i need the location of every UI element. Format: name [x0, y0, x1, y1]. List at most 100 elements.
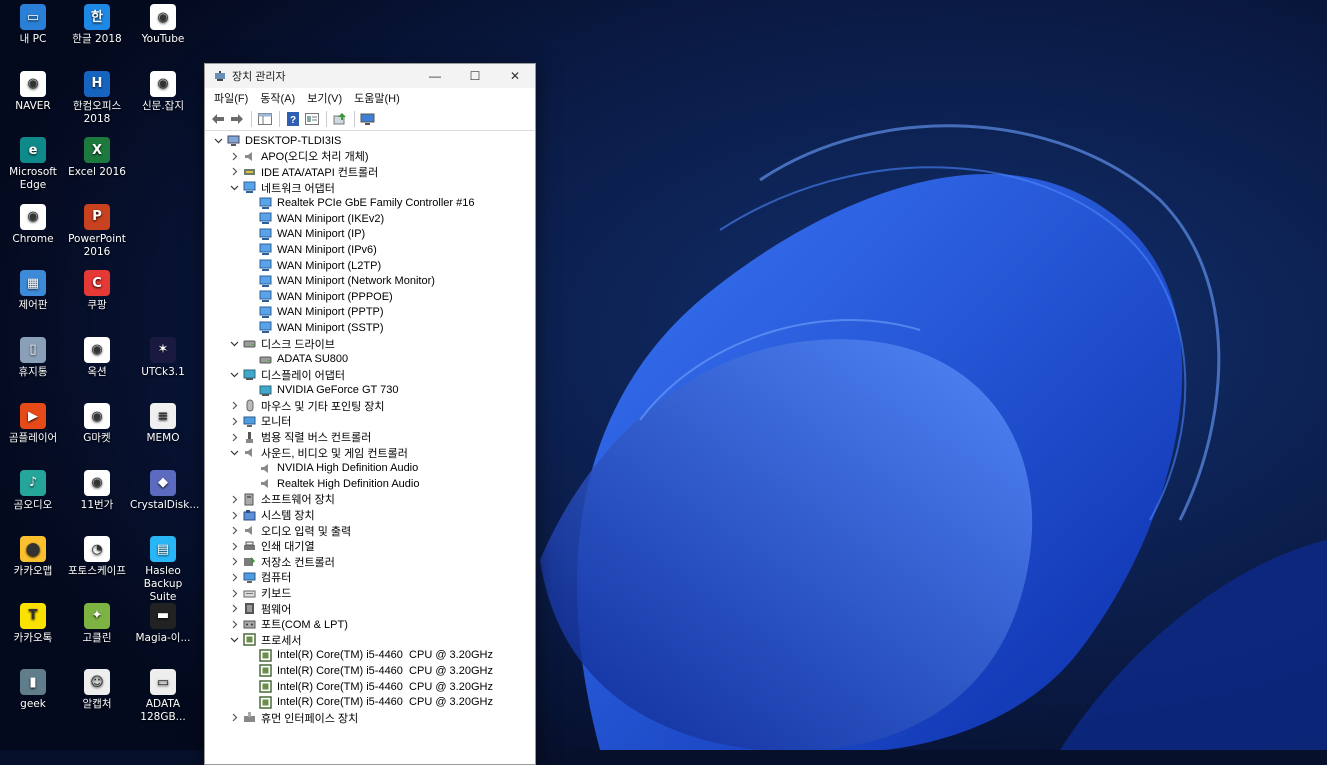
- properties-icon[interactable]: [303, 111, 320, 128]
- desktop-shortcut[interactable]: ◉ Chrome: [0, 203, 66, 246]
- tree-category[interactable]: 마우스 및 기타 포인팅 장치: [205, 398, 535, 414]
- desktop-shortcut[interactable]: ◉ G마켓: [64, 403, 130, 445]
- desktop-shortcut[interactable]: ▭ ADATA 128GB...: [130, 669, 196, 724]
- maximize-button[interactable]: ☐: [455, 64, 495, 88]
- chevron-right-icon[interactable]: [229, 713, 239, 723]
- tree-root[interactable]: DESKTOP-TLDI3IS: [205, 133, 535, 149]
- tree-category[interactable]: 저장소 컨트롤러: [205, 554, 535, 570]
- desktop-shortcut[interactable]: ◉ YouTube: [130, 4, 196, 46]
- tree-category[interactable]: IDE ATA/ATAPI 컨트롤러: [205, 164, 535, 180]
- tree-device[interactable]: WAN Miniport (PPTP): [205, 305, 535, 321]
- chevron-right-icon[interactable]: [229, 416, 239, 426]
- desktop-shortcut[interactable]: ≡ MEMO: [130, 403, 196, 445]
- tree-category[interactable]: 인쇄 대기열: [205, 538, 535, 554]
- tree-device[interactable]: WAN Miniport (L2TP): [205, 258, 535, 274]
- tree-category[interactable]: 디스플레이 어댑터: [205, 367, 535, 383]
- desktop-shortcut[interactable]: 한 한글 2018: [64, 4, 130, 46]
- chevron-down-icon[interactable]: [229, 448, 239, 458]
- tree-category[interactable]: 포트(COM & LPT): [205, 616, 535, 632]
- tree-device[interactable]: ADATA SU800: [205, 351, 535, 367]
- desktop-shortcut[interactable]: ▮ geek: [0, 669, 66, 711]
- tree-device[interactable]: Intel(R) Core(TM) i5-4460 CPU @ 3.20GHz: [205, 679, 535, 695]
- chevron-right-icon[interactable]: [229, 510, 239, 520]
- title-bar[interactable]: 장치 관리자 — ☐ ✕: [205, 64, 535, 88]
- forward-icon[interactable]: [228, 111, 245, 128]
- tree-device[interactable]: Intel(R) Core(TM) i5-4460 CPU @ 3.20GHz: [205, 648, 535, 664]
- tree-device[interactable]: WAN Miniport (IKEv2): [205, 211, 535, 227]
- help-icon[interactable]: ?: [284, 111, 301, 128]
- tree-category[interactable]: 오디오 입력 및 출력: [205, 523, 535, 539]
- chevron-right-icon[interactable]: [229, 619, 239, 629]
- desktop-shortcut[interactable]: e Microsoft Edge: [0, 137, 66, 192]
- desktop-shortcut[interactable]: ▭ 내 PC: [0, 4, 66, 46]
- tree-category[interactable]: 휴먼 인터페이스 장치: [205, 710, 535, 726]
- chevron-down-icon[interactable]: [229, 339, 239, 349]
- desktop-shortcut[interactable]: ▬ Magia-이...: [130, 602, 196, 645]
- menu-view[interactable]: 보기(V): [301, 90, 348, 106]
- desktop-shortcut[interactable]: ◆ CrystalDisk...: [130, 469, 199, 512]
- tree-device[interactable]: WAN Miniport (IPv6): [205, 242, 535, 258]
- chevron-down-icon[interactable]: [213, 136, 223, 146]
- chevron-right-icon[interactable]: [229, 604, 239, 614]
- chevron-right-icon[interactable]: [229, 588, 239, 598]
- tree-category[interactable]: 프로세서: [205, 632, 535, 648]
- back-icon[interactable]: [209, 111, 226, 128]
- tree-category[interactable]: 범용 직렬 버스 컨트롤러: [205, 429, 535, 445]
- tree-device[interactable]: Intel(R) Core(TM) i5-4460 CPU @ 3.20GHz: [205, 694, 535, 710]
- chevron-right-icon[interactable]: [229, 151, 239, 161]
- menu-file[interactable]: 파일(F): [208, 90, 254, 106]
- tree-device[interactable]: WAN Miniport (PPPOE): [205, 289, 535, 305]
- desktop-shortcut[interactable]: ◔ 포토스케이프: [64, 536, 130, 578]
- tree-category[interactable]: 소프트웨어 장치: [205, 492, 535, 508]
- scan-hardware-icon[interactable]: [359, 111, 376, 128]
- tree-device[interactable]: NVIDIA GeForce GT 730: [205, 383, 535, 399]
- desktop-shortcut[interactable]: ◉ 11번가: [64, 469, 130, 512]
- tree-device[interactable]: WAN Miniport (Network Monitor): [205, 273, 535, 289]
- chevron-down-icon[interactable]: [229, 183, 239, 193]
- tree-device[interactable]: WAN Miniport (SSTP): [205, 320, 535, 336]
- desktop-shortcut[interactable]: ♪ 곰오디오: [0, 469, 66, 512]
- chevron-right-icon[interactable]: [229, 541, 239, 551]
- chevron-right-icon[interactable]: [229, 494, 239, 504]
- desktop-shortcut[interactable]: ◉ 신문.잡지: [130, 70, 196, 113]
- tree-category[interactable]: 펌웨어: [205, 601, 535, 617]
- minimize-button[interactable]: —: [415, 64, 455, 88]
- desktop-shortcut[interactable]: ▤ Hasleo Backup Suite: [130, 536, 196, 604]
- desktop-shortcut[interactable]: ▯ 휴지통: [0, 336, 66, 379]
- menu-help[interactable]: 도움말(H): [348, 90, 406, 106]
- tree-device[interactable]: Realtek High Definition Audio: [205, 476, 535, 492]
- tree-category[interactable]: 컴퓨터: [205, 570, 535, 586]
- desktop-shortcut[interactable]: P PowerPoint 2016: [64, 203, 130, 259]
- tree-category[interactable]: APO(오디오 처리 개체): [205, 149, 535, 165]
- chevron-right-icon[interactable]: [229, 401, 239, 411]
- chevron-right-icon[interactable]: [229, 572, 239, 582]
- close-button[interactable]: ✕: [495, 64, 535, 88]
- desktop-shortcut[interactable]: ✶ UTCk3.1: [130, 336, 196, 379]
- desktop-shortcut[interactable]: ◉ 옥션: [64, 336, 130, 379]
- desktop-shortcut[interactable]: ▶ 곰플레이어: [0, 403, 66, 445]
- tree-category[interactable]: 디스크 드라이브: [205, 336, 535, 352]
- desktop-shortcut[interactable]: ⬤ 카카오맵: [0, 536, 66, 578]
- chevron-down-icon[interactable]: [229, 635, 239, 645]
- desktop-shortcut[interactable]: T 카카오톡: [0, 602, 66, 645]
- chevron-down-icon[interactable]: [229, 370, 239, 380]
- desktop-shortcut[interactable]: ◉ NAVER: [0, 70, 66, 113]
- desktop-shortcut[interactable]: ✦ 고클린: [64, 602, 130, 645]
- desktop-shortcut[interactable]: C 쿠팡: [64, 270, 130, 312]
- desktop-shortcut[interactable]: X Excel 2016: [64, 137, 130, 179]
- desktop-shortcut[interactable]: ▦ 제어판: [0, 270, 66, 312]
- tree-category[interactable]: 모니터: [205, 414, 535, 430]
- menu-action[interactable]: 동작(A): [254, 90, 301, 106]
- desktop-shortcut[interactable]: ☺ 알캡처: [64, 669, 130, 711]
- chevron-right-icon[interactable]: [229, 557, 239, 567]
- update-driver-icon[interactable]: [331, 111, 348, 128]
- tree-category[interactable]: 네트워크 어댑터: [205, 180, 535, 196]
- desktop-shortcut[interactable]: H 한컴오피스 2018: [64, 70, 130, 126]
- chevron-right-icon[interactable]: [229, 526, 239, 536]
- tree-device[interactable]: Realtek PCIe GbE Family Controller #16: [205, 195, 535, 211]
- show-hide-console-tree-icon[interactable]: [256, 111, 273, 128]
- tree-device[interactable]: WAN Miniport (IP): [205, 227, 535, 243]
- chevron-right-icon[interactable]: [229, 167, 239, 177]
- tree-category[interactable]: 사운드, 비디오 및 게임 컨트롤러: [205, 445, 535, 461]
- chevron-right-icon[interactable]: [229, 432, 239, 442]
